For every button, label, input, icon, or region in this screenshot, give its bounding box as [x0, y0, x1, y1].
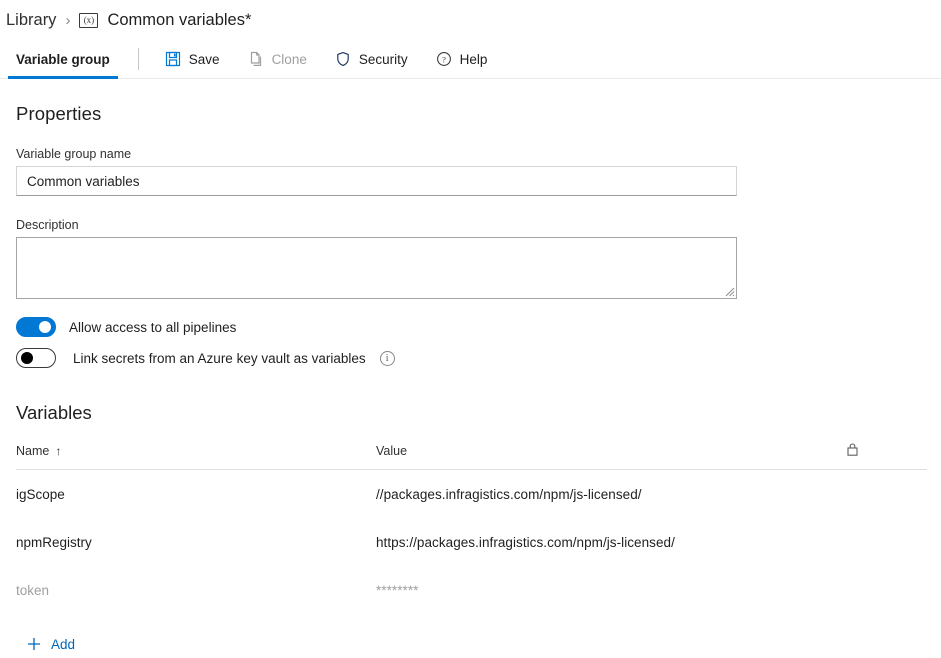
plus-icon	[26, 636, 42, 652]
breadcrumb-separator-icon: ›	[65, 12, 70, 29]
add-variable-button[interactable]: Add	[26, 636, 96, 652]
clone-label: Clone	[272, 52, 307, 67]
variable-value-cell[interactable]: https://packages.infragistics.com/npm/js…	[376, 518, 846, 566]
clone-icon	[248, 51, 264, 67]
variable-group-name-input[interactable]	[16, 166, 737, 196]
variables-table-body: igScope//packages.infragistics.com/npm/j…	[16, 470, 927, 615]
page-title: Common variables*	[107, 11, 251, 30]
breadcrumb-link-library[interactable]: Library	[6, 11, 56, 30]
svg-text:?: ?	[442, 54, 446, 64]
variable-lock-cell[interactable]	[846, 470, 927, 519]
content-area: Properties Variable group name Descripti…	[0, 103, 941, 652]
variable-lock-cell[interactable]	[846, 566, 927, 614]
variable-group-page: Library › (x) Common variables* Variable…	[0, 0, 941, 658]
security-label: Security	[359, 52, 408, 67]
info-icon[interactable]: i	[380, 351, 395, 366]
key-vault-row: Link secrets from an Azure key vault as …	[16, 348, 925, 368]
allow-access-row: Allow access to all pipelines	[16, 317, 925, 337]
table-header-row: Name ↑ Value	[16, 442, 927, 470]
allow-access-toggle[interactable]	[16, 317, 56, 337]
save-label: Save	[189, 52, 220, 67]
help-button[interactable]: ? Help	[426, 44, 498, 74]
table-row[interactable]: npmRegistryhttps://packages.infragistics…	[16, 518, 927, 566]
lock-icon	[846, 442, 859, 457]
variable-lock-cell[interactable]	[846, 518, 927, 566]
breadcrumb: Library › (x) Common variables*	[0, 0, 941, 40]
toggle-knob	[21, 352, 33, 364]
variable-value-cell[interactable]: ********	[376, 566, 846, 614]
column-header-value[interactable]: Value	[376, 442, 846, 470]
variables-table: Name ↑ Value igScope//packages.infragisti…	[16, 442, 927, 614]
variables-table-head: Name ↑ Value	[16, 442, 927, 470]
sort-ascending-icon: ↑	[55, 444, 61, 458]
toggle-knob	[39, 321, 51, 333]
security-button[interactable]: Security	[325, 44, 418, 74]
add-variable-label: Add	[51, 637, 75, 652]
tab-variable-group-label: Variable group	[16, 52, 110, 67]
help-label: Help	[460, 52, 488, 67]
key-vault-label: Link secrets from an Azure key vault as …	[73, 351, 366, 366]
description-label: Description	[16, 218, 925, 232]
variables-heading: Variables	[16, 402, 925, 424]
description-wrapper	[16, 237, 737, 299]
variable-group-icon: (x)	[79, 13, 98, 28]
clone-button[interactable]: Clone	[238, 44, 317, 74]
help-icon: ?	[436, 51, 452, 67]
variable-name-cell[interactable]: igScope	[16, 470, 376, 519]
variable-value-cell[interactable]: //packages.infragistics.com/npm/js-licen…	[376, 470, 846, 519]
properties-heading: Properties	[16, 103, 925, 125]
key-vault-toggle[interactable]	[16, 348, 56, 368]
table-row[interactable]: igScope//packages.infragistics.com/npm/j…	[16, 470, 927, 519]
toolbar: Variable group Save	[0, 40, 941, 79]
column-header-lock	[846, 442, 927, 470]
variable-group-name-label: Variable group name	[16, 147, 925, 161]
variable-name-cell[interactable]: npmRegistry	[16, 518, 376, 566]
table-row[interactable]: token********	[16, 566, 927, 614]
allow-access-label: Allow access to all pipelines	[69, 320, 236, 335]
save-icon	[165, 51, 181, 67]
shield-icon	[335, 51, 351, 67]
tab-variable-group[interactable]: Variable group	[6, 40, 120, 79]
column-header-value-label: Value	[376, 444, 407, 458]
description-textarea[interactable]	[16, 237, 737, 299]
save-button[interactable]: Save	[155, 44, 230, 74]
toolbar-divider	[138, 48, 139, 70]
column-header-name[interactable]: Name ↑	[16, 442, 376, 470]
column-header-name-label: Name	[16, 444, 49, 458]
variable-name-cell[interactable]: token	[16, 566, 376, 614]
